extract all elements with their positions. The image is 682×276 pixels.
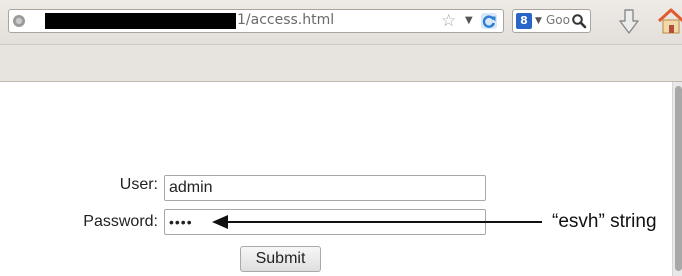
home-icon[interactable] <box>658 7 682 35</box>
url-text[interactable]: 1/access.html <box>237 12 334 28</box>
user-label: User: <box>119 176 158 193</box>
submit-button[interactable]: Submit <box>240 246 321 272</box>
globe-icon <box>13 15 25 27</box>
search-bar[interactable]: 8 ▼ Goo <box>512 9 591 33</box>
page-scrollbar[interactable] <box>672 82 682 276</box>
url-bar[interactable]: 1/access.html ☆ ▼ <box>8 9 504 33</box>
browser-toolbar: 1/access.html ☆ ▼ 8 ▼ Goo <box>0 0 682 82</box>
download-icon[interactable] <box>618 8 640 36</box>
search-engine-dropdown-icon[interactable]: ▼ <box>535 14 542 28</box>
magnifier-icon[interactable] <box>571 13 587 29</box>
user-input[interactable]: admin <box>164 175 486 201</box>
annotation-arrow <box>212 215 542 229</box>
google-icon[interactable]: 8 <box>516 13 532 29</box>
password-masked-value: •••• <box>169 214 193 230</box>
bookmark-star-icon[interactable]: ☆ <box>441 11 456 31</box>
annotation-label: “esvh” string <box>552 211 657 232</box>
reload-icon[interactable] <box>481 13 497 29</box>
search-input[interactable]: Goo <box>546 13 570 27</box>
toolbar-border <box>0 81 682 82</box>
toolbar-divider <box>0 44 682 45</box>
redacted-url-segment <box>45 13 236 29</box>
url-history-dropdown-icon[interactable]: ▼ <box>465 13 473 29</box>
scrollbar-thumb[interactable] <box>675 86 682 271</box>
password-label: Password: <box>83 213 158 230</box>
